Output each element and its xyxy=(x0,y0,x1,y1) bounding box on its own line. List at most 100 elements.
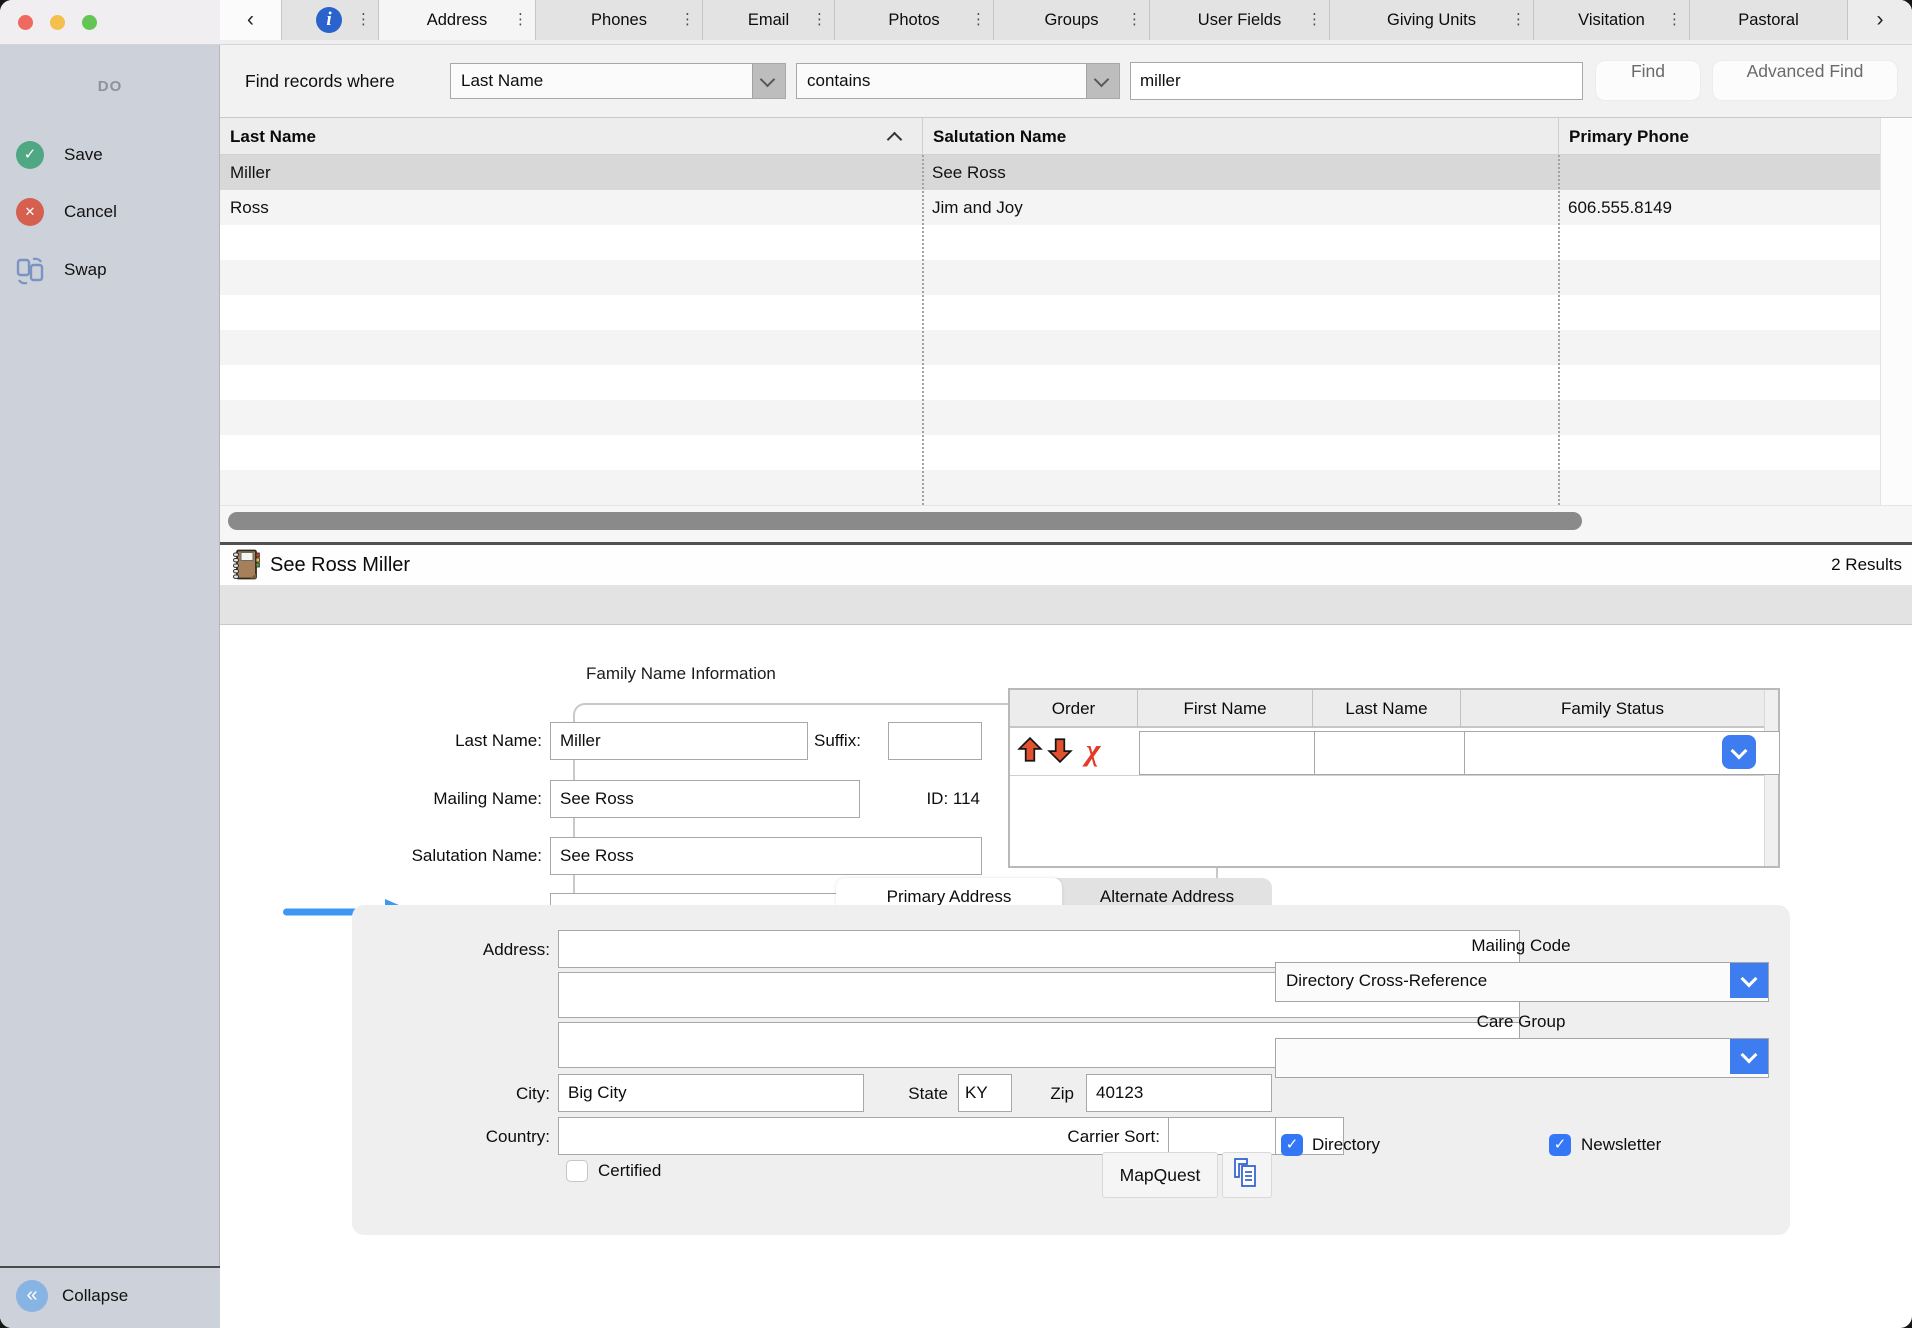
find-bar: Find records where Last Name contains Fi… xyxy=(220,45,1912,118)
carrier-sort-field[interactable] xyxy=(1168,1117,1276,1155)
swap-icon xyxy=(15,256,45,291)
tab-scroll-left-button[interactable]: ‹ xyxy=(220,0,282,40)
mailing-name-field[interactable] xyxy=(550,780,860,818)
mailing-code-value: Directory Cross-Reference xyxy=(1286,963,1487,998)
collapse-chevrons-icon: « xyxy=(16,1280,48,1312)
country-label: Country: xyxy=(400,1127,550,1147)
care-group-dropdown-button[interactable] xyxy=(1730,1039,1768,1074)
save-button[interactable]: ✓ Save xyxy=(0,141,220,171)
save-label: Save xyxy=(64,141,103,169)
tab-handle-icon[interactable]: ⋮ xyxy=(356,0,371,40)
tab-handle-icon[interactable]: ⋮ xyxy=(513,0,528,40)
table-row-empty[interactable] xyxy=(220,225,1880,260)
carrier-sort-label: Carrier Sort: xyxy=(1020,1127,1160,1147)
tab-handle-icon[interactable]: ⋮ xyxy=(1307,0,1322,40)
tab-pastoral[interactable]: Pastoral xyxy=(1690,0,1848,40)
find-field-dropdown-button[interactable] xyxy=(752,64,785,98)
tab-phones[interactable]: Phones⋮ xyxy=(536,0,703,40)
table-row-empty[interactable] xyxy=(220,400,1880,435)
record-name: See Ross Miller xyxy=(270,545,410,585)
directory-checkbox[interactable]: ✓ xyxy=(1281,1134,1303,1156)
members-scrollbar-track[interactable] xyxy=(1764,690,1778,866)
table-row-empty[interactable] xyxy=(220,330,1880,365)
column-header-last-name[interactable]: Last Name xyxy=(220,118,922,155)
tab-giving-units[interactable]: Giving Units⋮ xyxy=(1330,0,1534,40)
member-row: χ xyxy=(1010,728,1764,776)
table-row-empty[interactable] xyxy=(220,435,1880,470)
care-group-label: Care Group xyxy=(1275,1012,1767,1032)
cancel-button[interactable]: ✕ Cancel xyxy=(0,198,220,228)
tab-handle-icon[interactable]: ⋮ xyxy=(680,0,695,40)
horizontal-scrollbar-track[interactable] xyxy=(220,505,1912,542)
tab-address[interactable]: Address⋮ xyxy=(379,0,536,40)
tab-user-fields[interactable]: User Fields⋮ xyxy=(1150,0,1330,40)
table-row-selected[interactable]: Miller See Ross xyxy=(220,155,1880,190)
newsletter-checkbox[interactable]: ✓ xyxy=(1549,1134,1571,1156)
mailing-code-dropdown-button[interactable] xyxy=(1730,963,1768,998)
tab-info[interactable]: i ⋮ xyxy=(282,0,379,40)
find-query-input[interactable] xyxy=(1130,62,1583,100)
table-row-empty[interactable] xyxy=(220,260,1880,295)
suffix-field[interactable] xyxy=(888,722,982,760)
table-row-empty[interactable] xyxy=(220,365,1880,400)
family-name-info-label: Family Name Information xyxy=(586,664,776,684)
last-name-field[interactable] xyxy=(550,722,808,760)
member-last-name-field[interactable] xyxy=(1314,731,1478,775)
advanced-find-button[interactable]: Advanced Find xyxy=(1712,60,1898,101)
sort-ascending-icon xyxy=(887,132,903,148)
table-row-empty[interactable] xyxy=(220,470,1880,505)
chevron-right-icon: › xyxy=(1877,8,1884,31)
copy-address-button[interactable] xyxy=(1222,1152,1272,1198)
cancel-label: Cancel xyxy=(64,198,117,226)
tab-visitation[interactable]: Visitation⋮ xyxy=(1534,0,1690,40)
mailing-code-label: Mailing Code xyxy=(1275,936,1767,956)
mailing-code-select[interactable]: Directory Cross-Reference xyxy=(1275,962,1769,1002)
find-field-value: Last Name xyxy=(461,64,543,97)
column-header-first-name: First Name xyxy=(1137,690,1312,728)
move-down-icon[interactable] xyxy=(1046,736,1074,769)
move-up-icon[interactable] xyxy=(1016,736,1044,769)
collapse-button[interactable]: « Collapse xyxy=(0,1268,220,1328)
column-header-primary-phone[interactable]: Primary Phone xyxy=(1558,118,1912,155)
member-first-name-field[interactable] xyxy=(1139,731,1329,775)
tab-groups[interactable]: Groups⋮ xyxy=(994,0,1150,40)
suffix-label: Suffix: xyxy=(814,722,882,760)
care-group-select[interactable] xyxy=(1275,1038,1769,1078)
column-header-order: Order xyxy=(1010,690,1137,728)
find-button[interactable]: Find xyxy=(1595,60,1701,101)
find-operator-dropdown-button[interactable] xyxy=(1086,64,1119,98)
tab-handle-icon[interactable]: ⋮ xyxy=(971,0,986,40)
find-field-select[interactable]: Last Name xyxy=(450,63,786,99)
tab-scroll-right-button[interactable]: › xyxy=(1848,0,1912,40)
tab-handle-icon[interactable]: ⋮ xyxy=(1127,0,1142,40)
record-header: See Ross Miller 2 Results xyxy=(220,545,1912,585)
table-row-empty[interactable] xyxy=(220,295,1880,330)
delete-member-icon[interactable]: χ xyxy=(1086,728,1100,772)
copy-pages-icon xyxy=(1231,1176,1263,1196)
salutation-name-field[interactable] xyxy=(550,837,982,875)
horizontal-scrollbar-thumb[interactable] xyxy=(228,512,1582,530)
city-field[interactable] xyxy=(558,1074,864,1112)
vertical-scrollbar-track[interactable] xyxy=(1880,118,1912,505)
city-label: City: xyxy=(430,1084,550,1104)
address-label: Address: xyxy=(400,940,550,960)
swap-button[interactable]: Swap xyxy=(0,256,220,286)
chevron-down-icon xyxy=(1731,743,1748,760)
tab-handle-icon[interactable]: ⋮ xyxy=(812,0,827,40)
zip-field[interactable] xyxy=(1086,1074,1272,1112)
chevron-left-icon: ‹ xyxy=(247,8,254,31)
table-row[interactable]: Ross Jim and Joy 606.555.8149 xyxy=(220,190,1880,225)
column-header-salutation-name[interactable]: Salutation Name xyxy=(922,118,1558,155)
family-status-dropdown-button[interactable] xyxy=(1722,735,1756,769)
find-records-where-label: Find records where xyxy=(245,45,395,118)
tab-handle-icon[interactable]: ⋮ xyxy=(1667,0,1682,40)
tab-email[interactable]: Email⋮ xyxy=(703,0,835,40)
swap-label: Swap xyxy=(64,256,107,284)
certified-checkbox[interactable] xyxy=(566,1160,588,1182)
tab-photos[interactable]: Photos⋮ xyxy=(835,0,994,40)
find-operator-select[interactable]: contains xyxy=(796,63,1120,99)
mapquest-button[interactable]: MapQuest xyxy=(1102,1152,1218,1198)
cancel-x-icon: ✕ xyxy=(16,198,44,226)
tab-handle-icon[interactable]: ⋮ xyxy=(1511,0,1526,40)
certified-label: Certified xyxy=(598,1159,661,1183)
